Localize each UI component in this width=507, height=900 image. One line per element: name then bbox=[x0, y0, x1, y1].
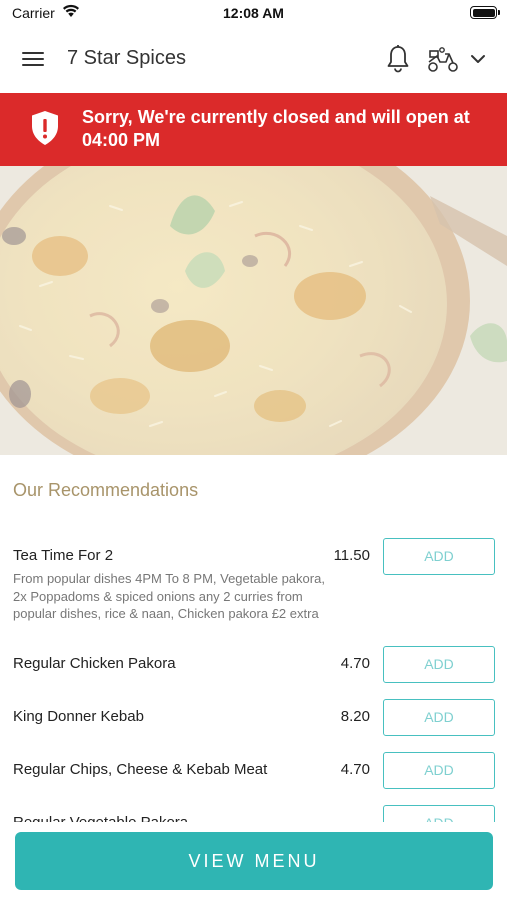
item-name: Regular Vegetable Pakora bbox=[13, 813, 323, 822]
store-title: 7 Star Spices bbox=[67, 47, 186, 69]
item-price: 11.50 bbox=[333, 547, 370, 564]
item-name: King Donner Kebab bbox=[13, 708, 144, 725]
recommendations-title: Our Recommendations bbox=[13, 480, 199, 500]
item-price: 4.70 bbox=[340, 655, 370, 672]
bottom-bar: VIEW MENU bbox=[0, 822, 507, 900]
battery-icon bbox=[470, 6, 500, 19]
closed-notice-banner: Sorry, We're currently closed and will o… bbox=[0, 93, 507, 166]
item-price: 4.70 bbox=[340, 761, 370, 778]
item-price: 8.20 bbox=[340, 708, 370, 725]
view-menu-button[interactable]: VIEW MENU bbox=[15, 832, 493, 890]
food-photo bbox=[0, 166, 507, 455]
scooter-icon[interactable] bbox=[426, 46, 460, 74]
clock: 12:08 AM bbox=[223, 5, 284, 21]
recommendations-list: Tea Time For 2 From popular dishes 4PM T… bbox=[0, 530, 507, 822]
chevron-down-icon[interactable] bbox=[469, 50, 487, 68]
add-button[interactable]: ADD bbox=[383, 699, 495, 736]
item-description: From popular dishes 4PM To 8 PM, Vegetab… bbox=[13, 571, 325, 621]
hamburger-menu-icon[interactable] bbox=[22, 49, 46, 69]
item-name: Tea Time For 2 bbox=[13, 547, 114, 564]
battery-level bbox=[472, 8, 495, 17]
add-button[interactable]: ADD bbox=[383, 752, 495, 789]
add-button[interactable]: ADD bbox=[383, 805, 495, 822]
bell-icon[interactable] bbox=[385, 44, 411, 74]
status-bar: Carrier 12:08 AM bbox=[0, 0, 507, 28]
closed-notice-text: Sorry, We're currently closed and will o… bbox=[82, 107, 470, 150]
app-header: 7 Star Spices bbox=[0, 28, 507, 92]
item-name: Regular Chicken Pakora bbox=[13, 655, 176, 672]
add-button[interactable]: ADD bbox=[383, 646, 495, 683]
add-button[interactable]: ADD bbox=[383, 538, 495, 575]
item-name: Regular Chips, Cheese & Kebab Meat bbox=[13, 761, 268, 778]
shield-alert-icon bbox=[30, 110, 60, 151]
